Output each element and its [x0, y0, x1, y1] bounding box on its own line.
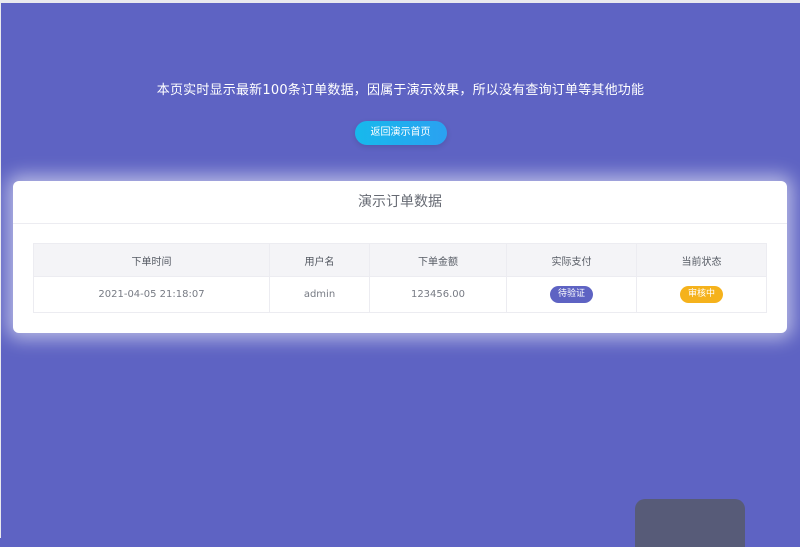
table-row: 2021-04-05 21:18:07 admin 123456.00 待验证 … — [33, 276, 767, 313]
page-header: 本页实时显示最新100条订单数据，因属于演示效果，所以没有查询订单等其他功能 返… — [1, 81, 800, 145]
order-status-badge: 审核中 — [679, 286, 723, 303]
payment-status-badge: 待验证 — [549, 286, 593, 303]
amount-cell: 123456.00 — [369, 276, 507, 313]
table-header-row: 下单时间 用户名 下单金额 实际支付 当前状态 — [33, 243, 767, 277]
status-cell: 审核中 — [636, 276, 767, 313]
column-header-status: 当前状态 — [636, 243, 767, 277]
orders-table: 下单时间 用户名 下单金额 实际支付 当前状态 2021-04-05 21:18… — [33, 243, 767, 313]
card-title: 演示订单数据 — [13, 181, 787, 224]
page-notice: 本页实时显示最新100条订单数据，因属于演示效果，所以没有查询订单等其他功能 — [156, 83, 645, 98]
payment-cell: 待验证 — [506, 276, 637, 313]
back-to-home-button[interactable]: 返回演示首页 — [354, 121, 447, 145]
floating-decoration — [635, 499, 745, 547]
column-header-username: 用户名 — [269, 243, 370, 277]
column-header-order-time: 下单时间 — [33, 243, 270, 277]
column-header-payment: 实际支付 — [506, 243, 637, 277]
username-cell: admin — [269, 276, 370, 313]
order-time-cell: 2021-04-05 21:18:07 — [33, 276, 270, 313]
column-header-amount: 下单金额 — [369, 243, 507, 277]
orders-card: 演示订单数据 下单时间 用户名 下单金额 实际支付 当前状态 2021-04-0… — [13, 181, 787, 333]
